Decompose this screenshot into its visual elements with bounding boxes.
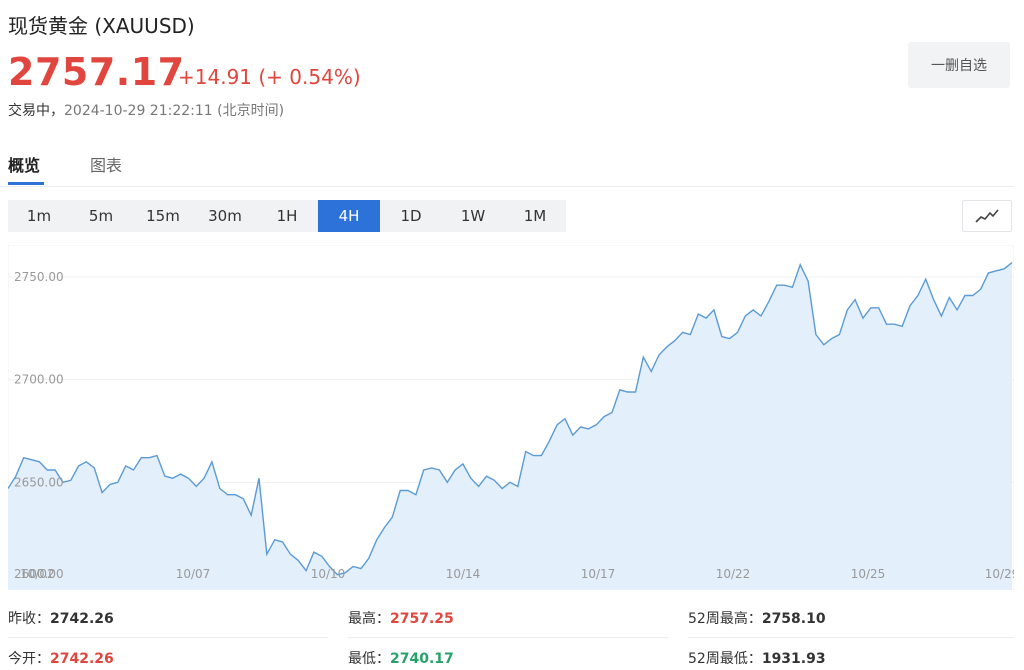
open-value: 2742.26 [50, 651, 114, 667]
high-label: 最高： [348, 611, 390, 627]
chart-type-button[interactable] [962, 200, 1012, 232]
stat-high: 最高：2757.25 [348, 608, 454, 628]
range-5m-button[interactable]: 5m [70, 200, 132, 232]
low-label: 最低： [348, 651, 390, 667]
x-tick-label: 10/07 [176, 567, 211, 581]
current-price: 2757.17 [8, 50, 185, 94]
open-label: 今开： [8, 651, 50, 667]
x-tick-label: 10/22 [716, 567, 751, 581]
range-15m-button[interactable]: 15m [132, 200, 194, 232]
tab-chart[interactable]: 图表 [90, 152, 122, 176]
x-tick-label: 10/02 [20, 567, 55, 581]
stat-open: 今开：2742.26 [8, 648, 114, 668]
x-tick-label: 10/14 [446, 567, 481, 581]
low-value: 2740.17 [390, 651, 454, 667]
range-1w-button[interactable]: 1W [442, 200, 504, 232]
range-1m-button[interactable]: 1m [8, 200, 70, 232]
page-title: 现货黄金 (XAUUSD) [8, 14, 195, 38]
tab-overview[interactable]: 概览 [8, 152, 40, 176]
y-tick-label: 2750.00 [14, 270, 64, 284]
low52-value: 1931.93 [761, 651, 826, 667]
prev-close-value: 2742.26 [50, 611, 114, 627]
stat-52w-high: 52周最高：2758.10 [688, 608, 826, 628]
tab-bar: 概览 图表 [0, 148, 1014, 187]
x-tick-label: 10/25 [851, 567, 886, 581]
time-range-selector: 1m 5m 15m 30m 1H 4H 1D 1W 1M [8, 200, 566, 232]
range-4h-button[interactable]: 4H [318, 200, 380, 232]
stats-panel: 昨收：2742.26 今开：2742.26 最高：2757.25 最低：2740… [0, 600, 1024, 670]
quote-timestamp: 2024-10-29 21:22:11 (北京时间) [64, 103, 285, 119]
stat-52w-low: 52周最低：1931.93 [688, 648, 826, 668]
y-tick-label: 2700.00 [14, 373, 64, 387]
x-tick-label: 10/17 [581, 567, 616, 581]
range-30m-button[interactable]: 30m [194, 200, 256, 232]
y-tick-label: 2650.00 [14, 475, 64, 489]
divider [8, 637, 328, 638]
price-change: +14.91 (+ 0.54%) [178, 65, 361, 89]
divider [688, 637, 1014, 638]
active-tab-indicator [8, 182, 44, 185]
price-chart: 2750.002700.002650.002600.0010/02 10/07 10… [8, 245, 1014, 590]
trade-status: 交易中， [8, 103, 64, 119]
line-chart-icon [975, 209, 999, 223]
stat-low: 最低：2740.17 [348, 648, 454, 668]
divider [348, 637, 668, 638]
stat-prev-close: 昨收：2742.26 [8, 608, 114, 628]
x-tick-label: 10/10 [311, 567, 346, 581]
high-value: 2757.25 [390, 611, 454, 627]
high52-label: 52周最高： [688, 611, 762, 627]
range-1h-button[interactable]: 1H [256, 200, 318, 232]
range-1month-button[interactable]: 1M [504, 200, 566, 232]
prev-close-label: 昨收： [8, 611, 50, 627]
range-1d-button[interactable]: 1D [380, 200, 442, 232]
high52-value: 2758.10 [761, 611, 826, 627]
low52-label: 52周最低： [688, 651, 762, 667]
remove-watchlist-button[interactable]: 一删自选 [908, 42, 1010, 88]
trade-status-row: 交易中，2024-10-29 21:22:11 (北京时间) [8, 100, 284, 120]
x-tick-label: 10/29 [985, 567, 1014, 581]
